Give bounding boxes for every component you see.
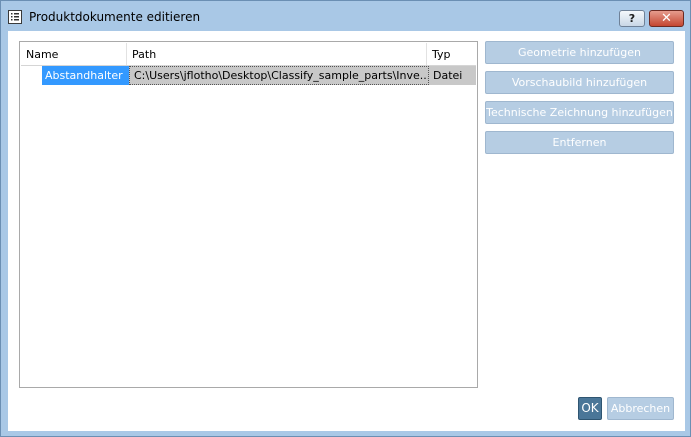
dialog-content: Name Path Typ Abstandhalter C:\Users\jfl…: [8, 31, 685, 431]
cell-path: C:\Users\jflotho\Desktop\Classify_sample…: [129, 66, 429, 85]
cell-typ: Datei: [429, 66, 476, 85]
dialog-window: Produktdokumente editieren ? ✕ Name Path…: [0, 0, 691, 437]
column-header-name[interactable]: Name: [21, 43, 127, 65]
column-header-path[interactable]: Path: [127, 43, 427, 65]
remove-button[interactable]: Entfernen: [485, 131, 674, 154]
help-button[interactable]: ?: [619, 10, 645, 27]
column-header-typ[interactable]: Typ: [427, 43, 476, 65]
window-title: Produktdokumente editieren: [29, 10, 201, 24]
close-button[interactable]: ✕: [649, 10, 684, 27]
close-icon: ✕: [661, 11, 672, 26]
add-geometry-button[interactable]: Geometrie hinzufügen: [485, 41, 674, 64]
ok-button[interactable]: OK: [578, 397, 602, 420]
list-header: Name Path Typ: [21, 43, 476, 66]
table-row[interactable]: Abstandhalter C:\Users\jflotho\Desktop\C…: [21, 66, 476, 85]
title-bar[interactable]: Produktdokumente editieren ? ✕: [1, 1, 690, 31]
cell-name: Abstandhalter: [42, 66, 129, 85]
cancel-button[interactable]: Abbrechen: [607, 397, 674, 420]
document-list-icon: [8, 10, 22, 24]
add-technical-drawing-button[interactable]: Technische Zeichnung hinzufügen: [485, 101, 674, 124]
document-list[interactable]: Name Path Typ Abstandhalter C:\Users\jfl…: [19, 41, 478, 388]
add-preview-image-button[interactable]: Vorschaubild hinzufügen: [485, 71, 674, 94]
